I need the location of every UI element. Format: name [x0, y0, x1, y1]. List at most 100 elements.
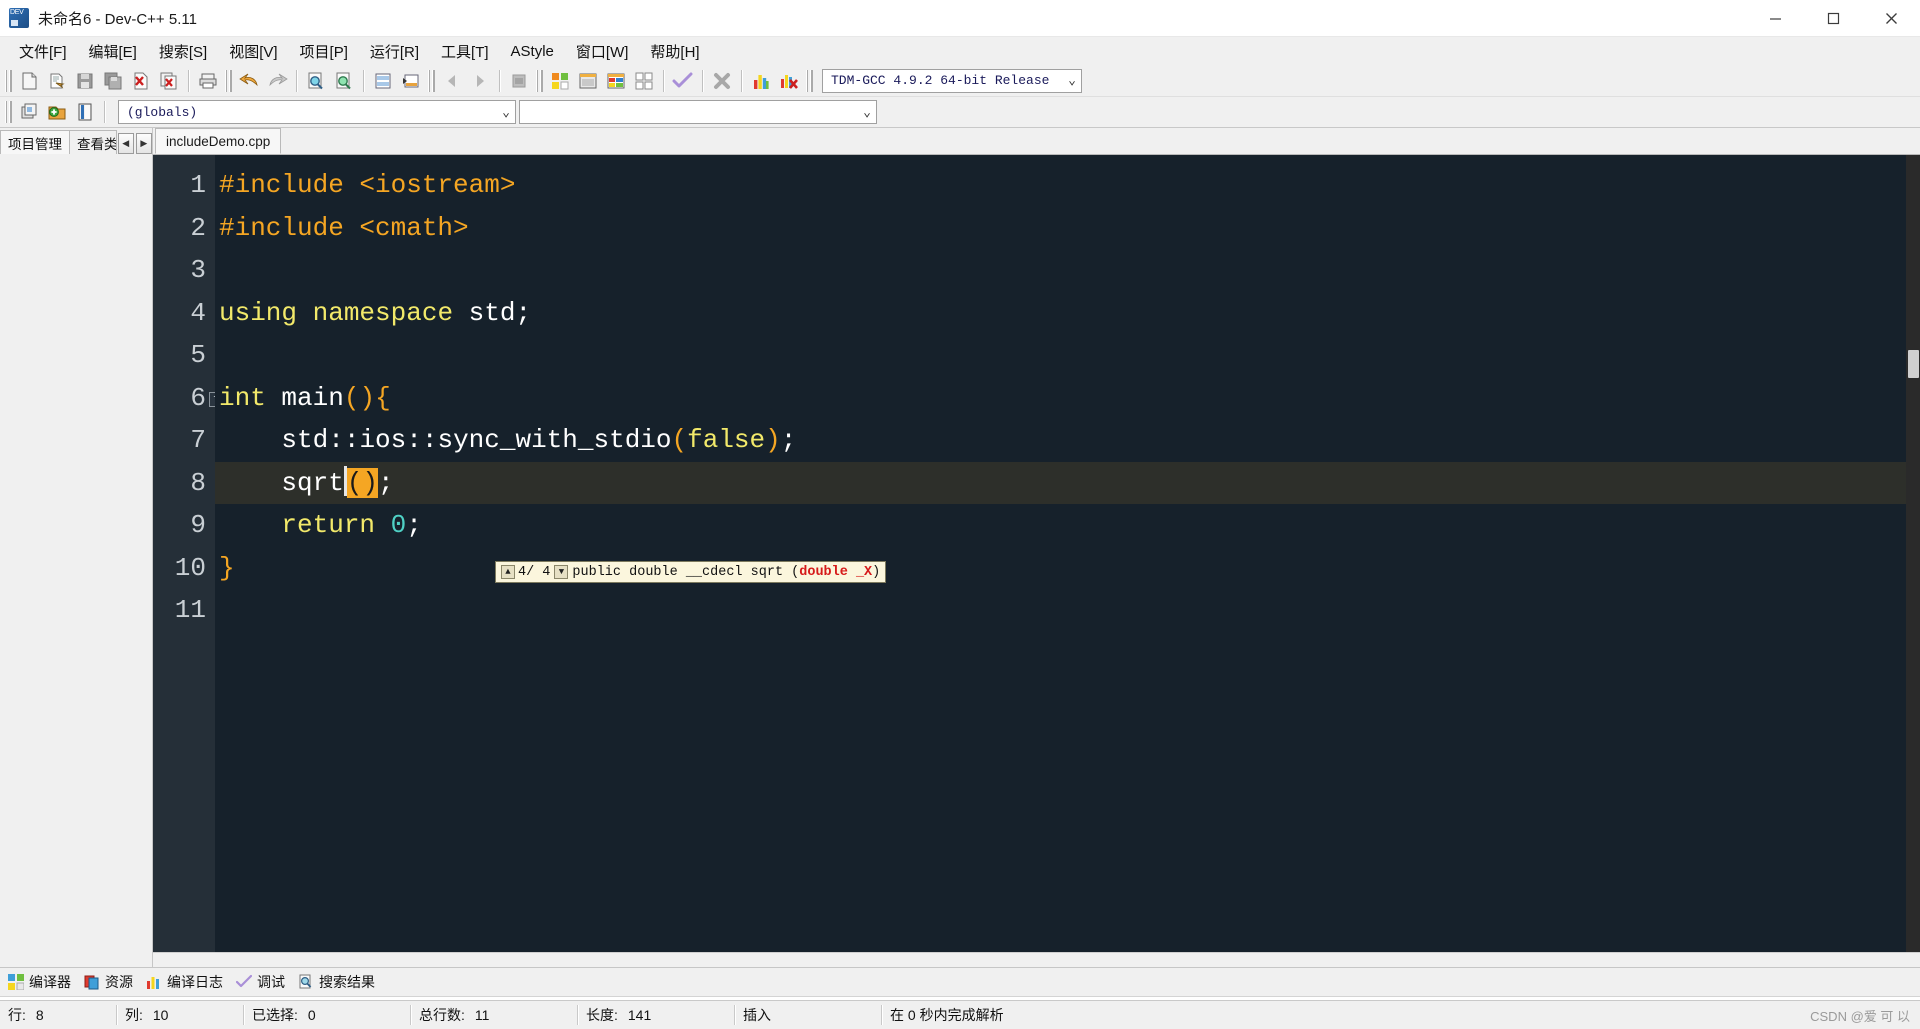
main-area: 项目管理 查看类 ◀ ▶ includeDemo.cpp 1 2 3 4 5 6…	[0, 128, 1920, 967]
line-number: 1	[190, 170, 206, 200]
maximize-button[interactable]	[1804, 0, 1862, 36]
file-tab-includedemo[interactable]: includeDemo.cpp	[155, 128, 282, 154]
goto-line-button[interactable]	[370, 68, 396, 94]
close-all-button[interactable]	[156, 68, 182, 94]
replace-button[interactable]	[331, 68, 357, 94]
hint-signature-suffix: )	[872, 564, 881, 580]
delete-profile-button[interactable]	[776, 68, 802, 94]
code-token: false	[687, 425, 766, 455]
menu-window[interactable]: 窗口[W]	[565, 38, 640, 65]
line-number: 2	[190, 212, 206, 243]
compiler-select[interactable]: TDM-GCC 4.9.2 64-bit Release ⌄	[822, 68, 1082, 93]
menu-project[interactable]: 项目[P]	[289, 38, 359, 65]
bottom-tab-compiler-label: 编译器	[29, 974, 71, 990]
bottom-tab-compile-log[interactable]: 编译日志	[142, 970, 232, 994]
menu-tools[interactable]: 工具[T]	[430, 38, 500, 65]
toolbar-grip-3[interactable]	[428, 69, 435, 92]
bottom-tab-debug-label: 调试	[257, 974, 285, 990]
menu-help[interactable]: 帮助[H]	[639, 38, 710, 65]
code-editor[interactable]: 1 2 3 4 5 6 − 7 8 9 10 11	[153, 154, 1920, 952]
compile-button[interactable]	[547, 68, 573, 94]
code-line: }	[215, 547, 1920, 590]
class-browser-button[interactable]	[72, 99, 98, 125]
menu-edit[interactable]: 编辑[E]	[78, 38, 148, 65]
menu-view[interactable]: 视图[V]	[218, 38, 288, 65]
hint-next-icon[interactable]: ▼	[554, 565, 569, 579]
nav-forward-button[interactable]	[467, 68, 493, 94]
open-file-button[interactable]	[44, 68, 70, 94]
app-icon	[9, 8, 29, 28]
tab-project-manager[interactable]: 项目管理	[0, 130, 70, 154]
code-token: ;	[780, 425, 797, 455]
menu-astyle[interactable]: AStyle	[500, 40, 565, 63]
menu-run[interactable]: 运行[R]	[359, 38, 430, 65]
menu-file[interactable]: 文件[F]	[8, 38, 78, 65]
bookmark-button[interactable]	[506, 68, 532, 94]
new-file-button[interactable]	[16, 68, 42, 94]
menu-search[interactable]: 搜索[S]	[148, 38, 218, 65]
editor-scroll-thumb[interactable]	[1908, 350, 1919, 378]
tab-class-browser[interactable]: 查看类	[69, 130, 117, 154]
left-panel-tabs: 项目管理 查看类 ◀ ▶	[0, 128, 152, 154]
compile-run-button[interactable]	[603, 68, 629, 94]
project-view-button[interactable]	[16, 99, 42, 125]
syntax-check-button[interactable]	[670, 68, 696, 94]
tab-scroll-right-button[interactable]: ▶	[135, 133, 152, 154]
bottom-tab-search-results[interactable]: 搜索结果	[294, 970, 384, 994]
code-line: #include <cmath>	[215, 207, 1920, 250]
toolbar-grip-4[interactable]	[536, 69, 543, 92]
status-total-lines-value: 11	[474, 1007, 490, 1023]
redo-button[interactable]	[264, 68, 290, 94]
editor-vertical-scrollbar[interactable]	[1906, 155, 1920, 952]
main-toolbar: TDM-GCC 4.9.2 64-bit Release ⌄	[0, 65, 1920, 97]
save-all-button[interactable]	[100, 68, 126, 94]
bottom-tab-resources-label: 资源	[105, 974, 133, 990]
tab-scroll-left-button[interactable]: ◀	[117, 133, 134, 154]
menu-bar: 文件[F] 编辑[E] 搜索[S] 视图[V] 项目[P] 运行[R] 工具[T…	[0, 37, 1920, 65]
goto-function-button[interactable]	[398, 68, 424, 94]
browser-toolbar-grip[interactable]	[5, 101, 12, 123]
undo-button[interactable]	[236, 68, 262, 94]
profile-button[interactable]	[748, 68, 774, 94]
line-number: 5	[190, 340, 206, 370]
close-button[interactable]	[1862, 0, 1920, 36]
save-file-button[interactable]	[72, 68, 98, 94]
add-to-project-button[interactable]	[44, 99, 70, 125]
tab-project-manager-label: 项目管理	[8, 136, 62, 152]
line-number: 9	[190, 510, 206, 540]
nav-back-button[interactable]	[439, 68, 465, 94]
run-button[interactable]	[575, 68, 601, 94]
line-number: 4	[190, 297, 206, 328]
function-parameter-hint[interactable]: ▲ 4/ 4 ▼ public double __cdecl sqrt ( do…	[495, 561, 887, 583]
toolbar-grip[interactable]	[5, 69, 12, 92]
status-row: 行: 8	[0, 1004, 116, 1026]
bottom-tab-debug[interactable]: 调试	[232, 970, 294, 994]
minimize-button[interactable]	[1746, 0, 1804, 36]
stop-execution-button[interactable]	[709, 68, 735, 94]
code-line: int main(){	[215, 377, 1920, 420]
code-text-area[interactable]: #include <iostream> #include <cmath> usin…	[215, 155, 1920, 952]
line-number: 3	[190, 255, 206, 285]
code-token: int	[219, 382, 266, 413]
toolbar-separator-2	[296, 69, 297, 92]
print-button[interactable]	[195, 68, 221, 94]
toolbar-grip-2[interactable]	[225, 69, 232, 92]
toolbar-separator-7	[741, 69, 742, 92]
project-tree-body[interactable]	[0, 154, 152, 967]
browser-toolbar: (globals) ⌄ ⌄	[0, 97, 1920, 128]
member-select[interactable]: ⌄	[519, 100, 877, 124]
bottom-tab-compiler[interactable]: 编译器	[4, 970, 80, 994]
line-number: 11	[174, 595, 206, 625]
bottom-tab-resources[interactable]: 资源	[80, 970, 142, 994]
status-total-lines: 总行数: 11	[411, 1004, 577, 1026]
toolbar-grip-5[interactable]	[806, 69, 813, 92]
find-button[interactable]	[303, 68, 329, 94]
scope-select[interactable]: (globals) ⌄	[118, 100, 516, 124]
code-line: using namespace std;	[215, 292, 1920, 335]
close-file-button[interactable]	[128, 68, 154, 94]
rebuild-all-button[interactable]	[631, 68, 657, 94]
hint-prev-icon[interactable]: ▲	[501, 565, 515, 579]
status-selected-label: 已选择:	[252, 1007, 298, 1023]
editor-horizontal-scrollbar[interactable]	[153, 952, 1920, 967]
